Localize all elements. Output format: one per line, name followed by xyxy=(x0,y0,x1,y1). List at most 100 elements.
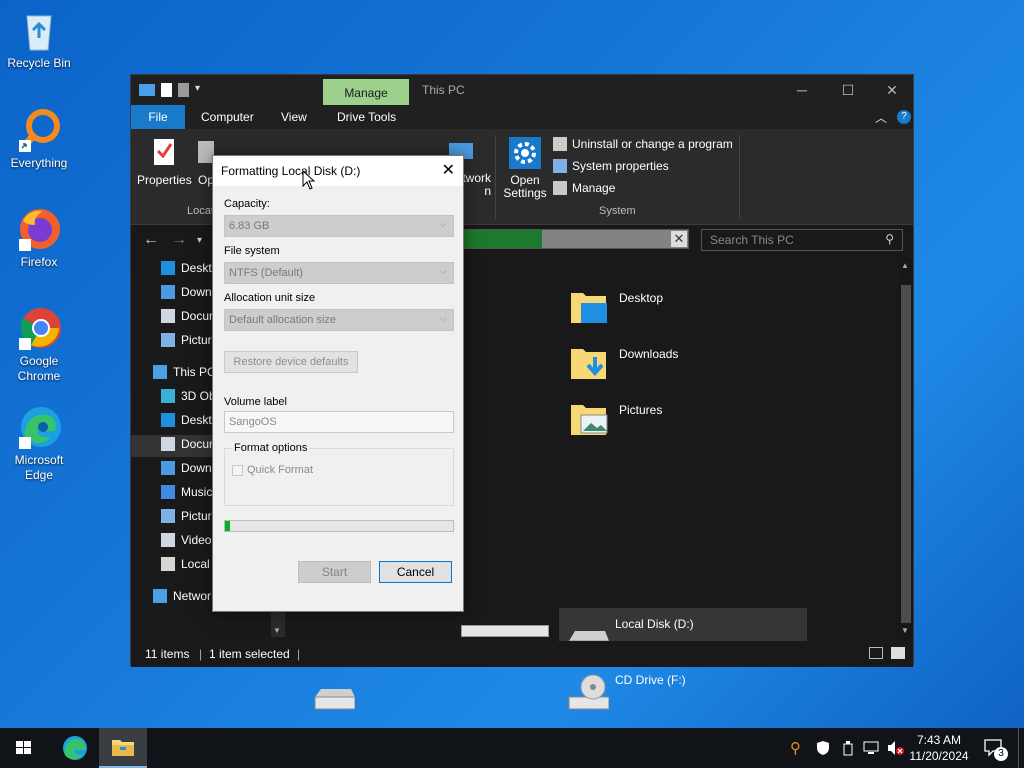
folder-desktop[interactable]: Desktop xyxy=(569,287,663,327)
pictures-icon xyxy=(161,333,175,347)
open-settings-button[interactable]: Open Settings xyxy=(503,137,547,200)
folder-label: Downloads xyxy=(619,347,679,361)
dialog-close-icon[interactable]: ✕ xyxy=(442,160,455,180)
search-input[interactable]: Search This PC ⚲ xyxy=(701,229,903,251)
scroll-thumb[interactable] xyxy=(901,285,911,623)
checkbox-box[interactable] xyxy=(232,464,243,476)
close-button[interactable]: ✕ xyxy=(869,75,915,105)
customize-qat-icon[interactable]: ▾ xyxy=(195,83,203,97)
quick-format-checkbox[interactable]: Quick Format xyxy=(232,464,313,476)
firefox-icon xyxy=(15,205,63,253)
tray-everything-icon[interactable]: ⚲ xyxy=(790,739,801,768)
desktop-icon-chrome[interactable]: Google Chrome xyxy=(4,304,74,384)
nav-item-label: Music xyxy=(181,485,213,499)
system-properties-label: System properties xyxy=(572,159,669,173)
allocation-unit-label: Allocation unit size xyxy=(224,292,316,304)
location-group-label: Locat xyxy=(187,205,214,217)
drive-cd-f[interactable]: CD Drive (F:) xyxy=(565,673,686,713)
chrome-icon xyxy=(15,304,63,352)
show-desktop-button[interactable] xyxy=(1018,728,1024,768)
tab-computer[interactable]: Computer xyxy=(189,105,266,129)
uninstall-program-button[interactable]: Uninstall or change a program xyxy=(553,137,733,151)
edge-icon xyxy=(15,403,63,451)
capacity-select[interactable]: 6.83 GB ⌵ xyxy=(224,215,454,237)
format-progress-bar xyxy=(224,520,454,532)
3d-objects-icon xyxy=(161,389,175,403)
restore-defaults-button[interactable]: Restore device defaults xyxy=(224,351,358,373)
allocation-unit-value: Default allocation size xyxy=(229,314,337,326)
properties-qat-icon[interactable] xyxy=(161,83,172,97)
large-icons-view-icon[interactable] xyxy=(891,647,905,659)
dialog-title: Formatting Local Disk (D:) xyxy=(221,164,361,178)
filesystem-select[interactable]: NTFS (Default) ⌵ xyxy=(224,262,454,284)
manage-button[interactable]: Manage xyxy=(553,181,615,195)
tab-manage[interactable]: Manage xyxy=(323,79,409,105)
chevron-down-icon: ⌵ xyxy=(439,266,447,277)
status-divider: | xyxy=(297,647,301,661)
forward-button[interactable]: → xyxy=(171,231,187,249)
properties-button[interactable]: Properties xyxy=(137,137,192,187)
desktop-icon-label: Google Chrome xyxy=(17,354,61,383)
tab-view[interactable]: View xyxy=(269,105,319,129)
cancel-button[interactable]: Cancel xyxy=(379,561,452,583)
this-pc-icon xyxy=(153,365,167,379)
network-icon[interactable] xyxy=(862,740,880,768)
window-title: This PC xyxy=(422,83,465,97)
volume-muted-icon[interactable] xyxy=(886,740,904,768)
usb-eject-icon[interactable] xyxy=(842,740,854,768)
downloads-folder-icon xyxy=(569,343,609,383)
desktop-icon-edge[interactable]: Microsoft Edge xyxy=(4,403,74,483)
nav-item-label: Deskt xyxy=(181,261,212,275)
tab-file[interactable]: File xyxy=(131,105,185,129)
clock[interactable]: 7:43 AM 11/20/2024 xyxy=(904,732,974,768)
back-button[interactable]: ← xyxy=(143,231,159,249)
desktop-icon-recycle-bin[interactable]: Recycle Bin xyxy=(4,6,74,71)
nav-item-label: Pictur xyxy=(181,333,212,347)
taskbar-file-explorer[interactable] xyxy=(99,728,147,768)
content-scrollbar[interactable]: ▲ ▼ xyxy=(899,257,913,639)
folder-downloads[interactable]: Downloads xyxy=(569,343,678,383)
uninstall-icon xyxy=(553,137,567,151)
scroll-up-icon[interactable]: ▲ xyxy=(901,261,909,270)
folder-pictures[interactable]: Pictures xyxy=(569,399,662,439)
documents-icon xyxy=(161,309,175,323)
recent-locations-chevron-icon[interactable]: ▾ xyxy=(197,235,202,246)
nav-item-label: Down xyxy=(181,285,212,299)
help-icon[interactable]: ? xyxy=(897,110,911,124)
collapse-ribbon-icon[interactable]: ︿ xyxy=(875,109,887,126)
minimize-button[interactable]: ─ xyxy=(779,75,825,105)
desktop-icon-everything[interactable]: Everything xyxy=(4,106,74,171)
scroll-down-icon[interactable]: ▼ xyxy=(273,626,281,635)
stop-icon[interactable]: ✕ xyxy=(671,231,687,247)
everything-search-icon xyxy=(15,106,63,154)
new-folder-qat-icon[interactable] xyxy=(178,83,189,97)
title-bar: ▾ Manage This PC ─ ☐ ✕ xyxy=(131,75,913,105)
videos-icon xyxy=(161,533,175,547)
ribbon-separator xyxy=(495,135,496,219)
details-view-icon[interactable] xyxy=(869,647,883,659)
documents-icon xyxy=(161,437,175,451)
start-button-taskbar[interactable] xyxy=(0,728,48,768)
desktop-icon-firefox[interactable]: Firefox xyxy=(4,205,74,270)
system-properties-button[interactable]: System properties xyxy=(553,159,669,173)
manage-label: Manage xyxy=(572,181,616,195)
start-button[interactable]: Start xyxy=(298,561,371,583)
nav-item-label: Down xyxy=(181,461,212,475)
security-shield-icon[interactable] xyxy=(816,740,830,768)
dialog-title-bar: Formatting Local Disk (D:) ✕ xyxy=(213,156,463,186)
edge-icon xyxy=(63,736,87,760)
taskbar-edge[interactable] xyxy=(51,728,99,768)
nav-item-label: Pictur xyxy=(181,509,212,523)
maximize-button[interactable]: ☐ xyxy=(825,75,871,105)
scroll-down-icon[interactable]: ▼ xyxy=(901,626,909,635)
volume-label-input[interactable]: SangoOS xyxy=(224,411,454,433)
ribbon-separator xyxy=(739,135,740,219)
computer-icon[interactable] xyxy=(139,84,155,96)
tab-drive-tools[interactable]: Drive Tools xyxy=(325,105,408,129)
notification-center-icon[interactable]: 3 xyxy=(984,739,1008,768)
nav-item-label: Docur xyxy=(181,437,214,451)
desktop-icon-label: Everything xyxy=(10,156,68,170)
open-settings-label-2: Settings xyxy=(503,186,547,200)
allocation-unit-select[interactable]: Default allocation size ⌵ xyxy=(224,309,454,331)
desktop-icon-label: Recycle Bin xyxy=(7,56,71,70)
